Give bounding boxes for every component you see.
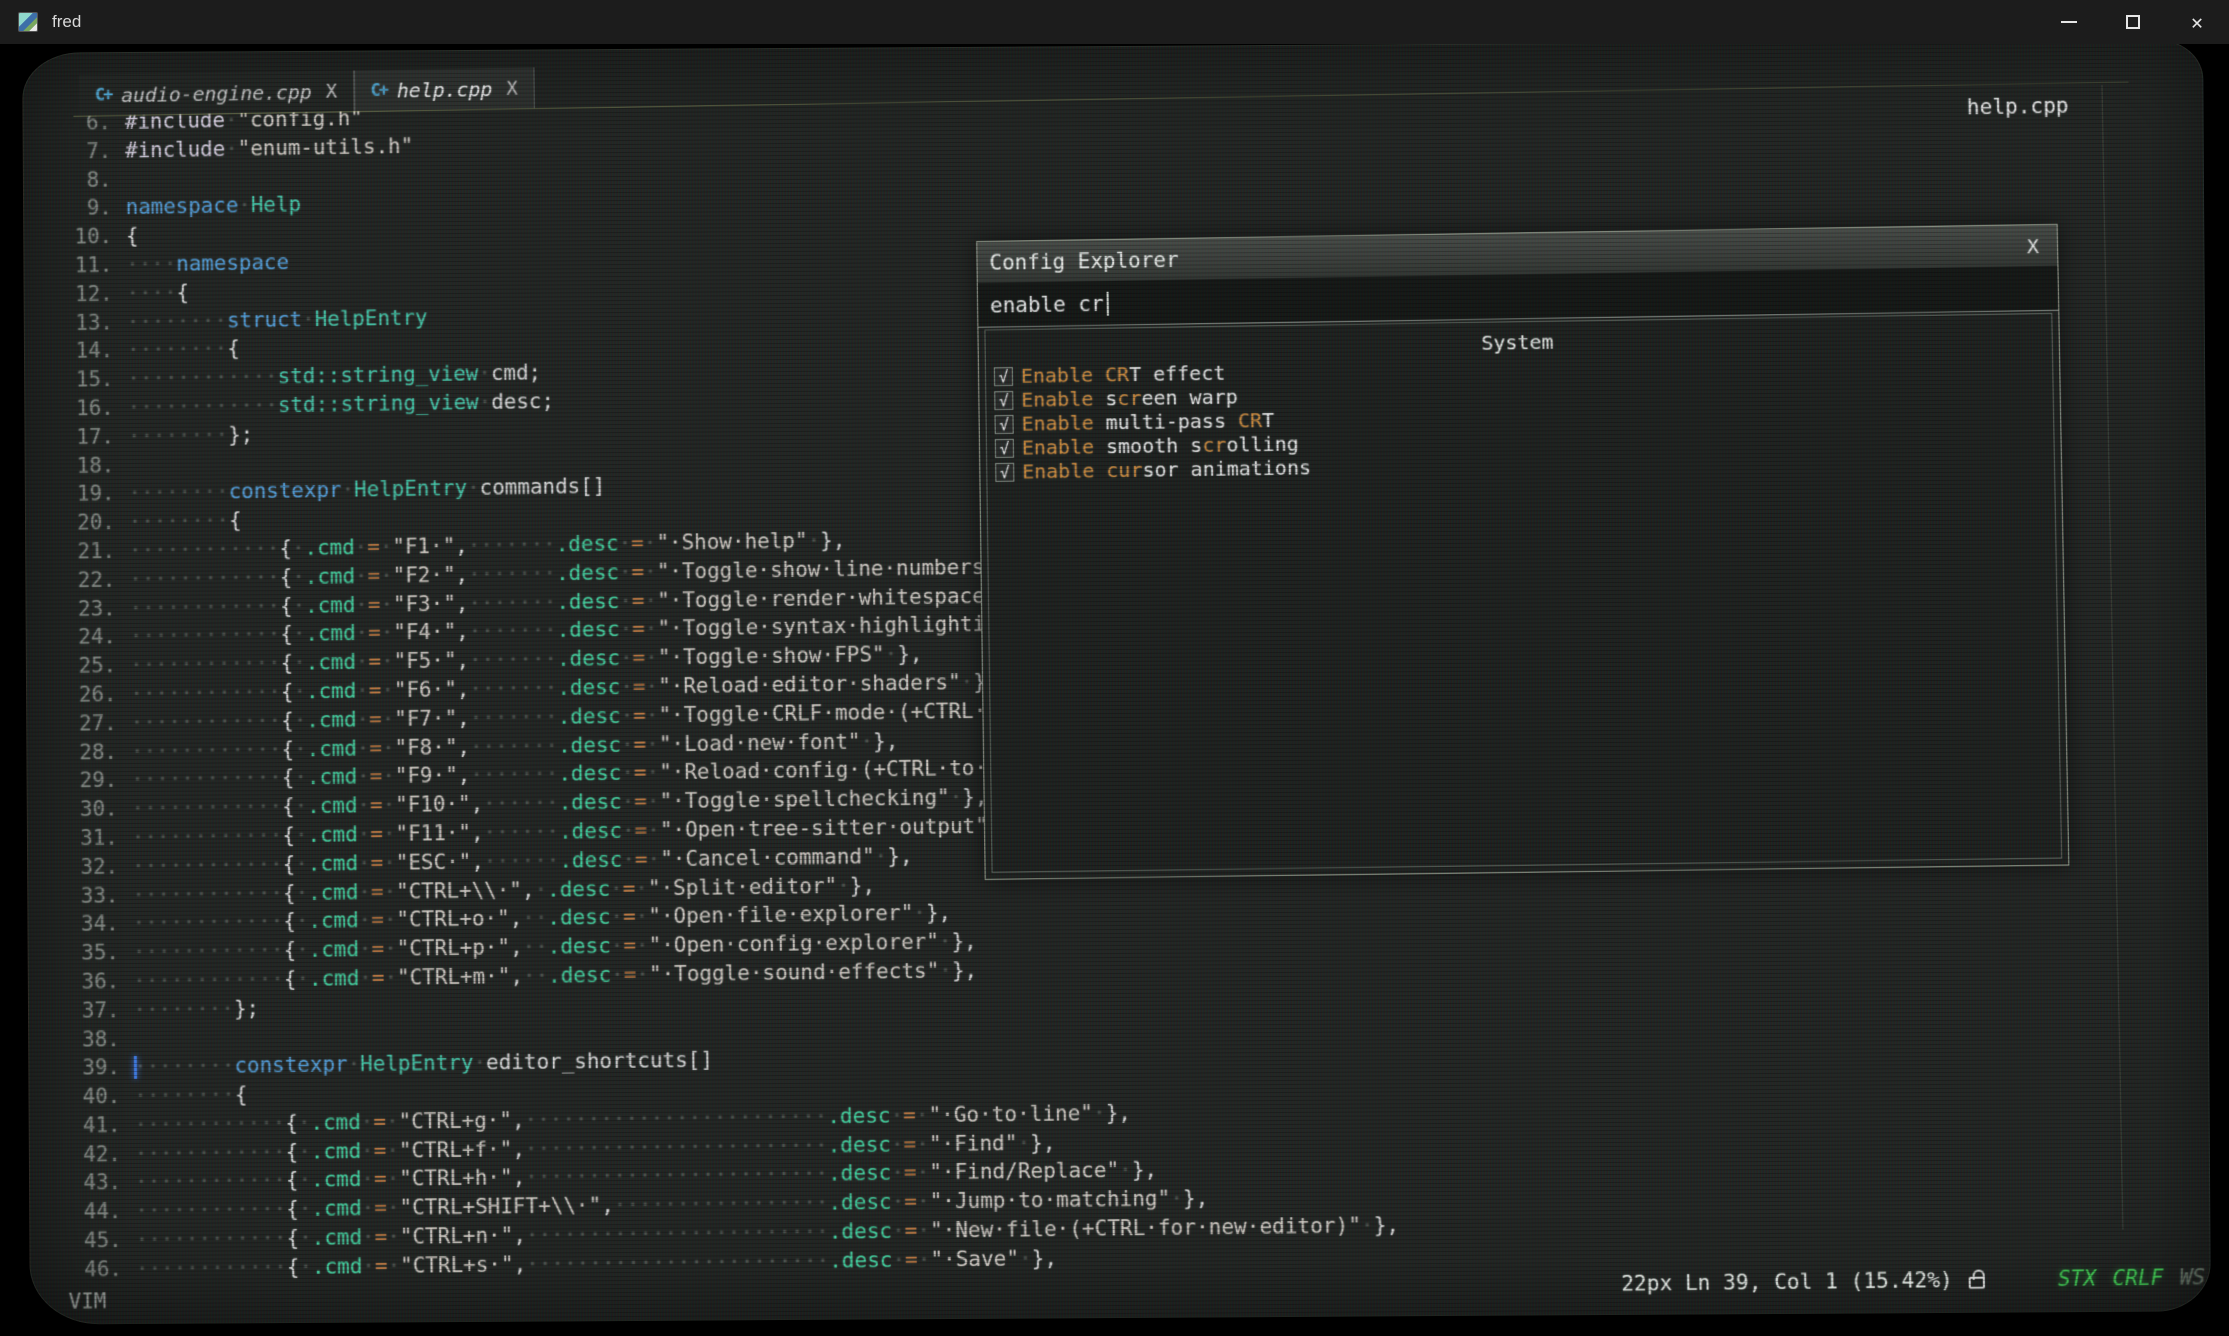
- line-number: 45.: [56, 1226, 122, 1256]
- line-number: 7.: [46, 137, 112, 167]
- checkbox-checked-icon[interactable]: √: [994, 367, 1013, 386]
- line-number: 39.: [54, 1053, 120, 1083]
- line-number: 19.: [49, 480, 115, 510]
- window-controls: ✕: [2037, 0, 2229, 44]
- code-text: ········};: [128, 420, 254, 451]
- line-number: 40.: [55, 1082, 121, 1112]
- code-text: namespace·Help: [126, 191, 302, 222]
- line-number: 34.: [53, 910, 119, 940]
- line-number: 10.: [47, 222, 113, 252]
- code-text: ········};: [133, 994, 259, 1024]
- line-number: 9.: [46, 194, 112, 224]
- line-number: 30.: [52, 795, 118, 825]
- line-number: 13.: [48, 308, 114, 338]
- checkbox-checked-icon[interactable]: √: [995, 438, 1014, 457]
- popup-close-button[interactable]: X: [2026, 225, 2039, 267]
- cpp-file-icon: C+: [95, 85, 111, 105]
- tab-bar: C+ audio-engine.cpp X C+ help.cpp X: [79, 67, 535, 115]
- window-titlebar: fred ✕: [0, 0, 2229, 44]
- line-number: 14.: [48, 337, 114, 367]
- editor-content: C+audio-engine.cppXC+help.cppX help.cpp …: [37, 39, 2210, 1324]
- line-number: 22.: [50, 566, 116, 596]
- minimize-icon: [2061, 21, 2077, 23]
- line-number: 17.: [49, 422, 115, 452]
- line-number: 33.: [53, 881, 119, 911]
- status-flag-WS: WS: [2179, 1265, 2205, 1290]
- config-search-value: enable cr: [990, 291, 1104, 317]
- line-number: 46.: [56, 1255, 122, 1285]
- tab-label: audio-engine.cpp: [121, 80, 312, 107]
- tab-audio-engine.cpp[interactable]: C+ audio-engine.cpp X: [79, 71, 354, 116]
- tab-close-button[interactable]: X: [506, 77, 518, 99]
- checkbox-checked-icon[interactable]: √: [994, 414, 1013, 433]
- config-options-list: √ Enable CRT effect √ Enable screen warp √ En…: [986, 348, 2054, 484]
- line-number: 8.: [46, 165, 112, 195]
- popup-title: Config Explorer: [989, 248, 1179, 275]
- text-cursor: [134, 1056, 137, 1079]
- line-number: 25.: [51, 651, 117, 681]
- line-number: 21.: [50, 537, 116, 567]
- line-number: 28.: [52, 737, 118, 767]
- status-flag-CRLF: CRLF: [2112, 1265, 2164, 1290]
- line-number: 29.: [52, 766, 118, 796]
- line-number: 32.: [53, 852, 119, 882]
- line-number: 41.: [55, 1111, 121, 1141]
- status-right-cluster: 22px Ln 39, Col 1 (15.42%) STX CRLF WS: [1621, 1265, 2205, 1296]
- code-text: ····{: [126, 278, 189, 308]
- tab-label: help.cpp: [397, 77, 493, 102]
- config-option-label: Enable CRT effect: [1021, 361, 1226, 388]
- line-number: 37.: [54, 996, 120, 1026]
- lock-icon: [1969, 1277, 1985, 1289]
- line-number: 38.: [54, 1025, 120, 1055]
- maximize-button[interactable]: [2101, 0, 2165, 44]
- line-number: 15.: [48, 365, 114, 395]
- close-button[interactable]: ✕: [2165, 0, 2229, 44]
- config-list-frame: System √Enable CRT effect√Enable screen …: [984, 313, 2062, 873]
- text-caret: [1106, 291, 1108, 315]
- maximize-icon: [2126, 15, 2140, 29]
- app-icon: [18, 12, 38, 32]
- status-position-info: 22px Ln 39, Col 1 (15.42%): [1621, 1268, 1953, 1296]
- line-number: 36.: [54, 967, 120, 997]
- line-number: 31.: [52, 824, 118, 854]
- line-number: 35.: [53, 938, 119, 968]
- code-text: ········{: [129, 506, 242, 536]
- window-title: fred: [52, 12, 81, 32]
- config-option-label: Enable cursor animations: [1022, 455, 1311, 483]
- code-text: {: [126, 222, 139, 251]
- close-icon: ✕: [2191, 12, 2203, 32]
- line-number: 11.: [47, 251, 113, 281]
- config-option-label: Enable screen warp: [1021, 385, 1238, 412]
- line-number: 20.: [49, 508, 115, 538]
- status-flags: STX CRLF WS: [2058, 1265, 2206, 1291]
- floating-filename: help.cpp: [1967, 94, 2069, 120]
- line-number: 43.: [56, 1168, 122, 1198]
- line-number: 27.: [51, 709, 117, 739]
- line-number: 12.: [47, 280, 113, 310]
- code-text: ····namespace: [126, 248, 289, 279]
- code-text: ········{: [134, 1081, 247, 1111]
- line-number: 16.: [48, 394, 114, 424]
- crt-screen: C+audio-engine.cppXC+help.cppX help.cpp …: [22, 39, 2211, 1324]
- status-flag-STX: STX: [2058, 1266, 2097, 1291]
- tab-help.cpp[interactable]: C+ help.cpp X: [354, 67, 535, 111]
- line-number: 24.: [50, 623, 116, 653]
- line-number: 42.: [55, 1140, 121, 1170]
- config-explorer-popup: Config Explorer X enable cr System √Enab…: [976, 224, 2069, 880]
- line-number: 26.: [51, 680, 117, 710]
- checkbox-checked-icon[interactable]: √: [995, 462, 1014, 481]
- minimize-button[interactable]: [2037, 0, 2101, 44]
- tab-close-button[interactable]: X: [326, 80, 338, 102]
- line-number: 44.: [56, 1197, 122, 1227]
- line-number: 18.: [49, 451, 115, 481]
- cpp-file-icon: C+: [371, 80, 388, 100]
- status-mode: VIM: [69, 1289, 107, 1313]
- code-text: ········{: [127, 335, 240, 365]
- line-number: 23.: [50, 594, 116, 624]
- checkbox-checked-icon[interactable]: √: [994, 390, 1013, 409]
